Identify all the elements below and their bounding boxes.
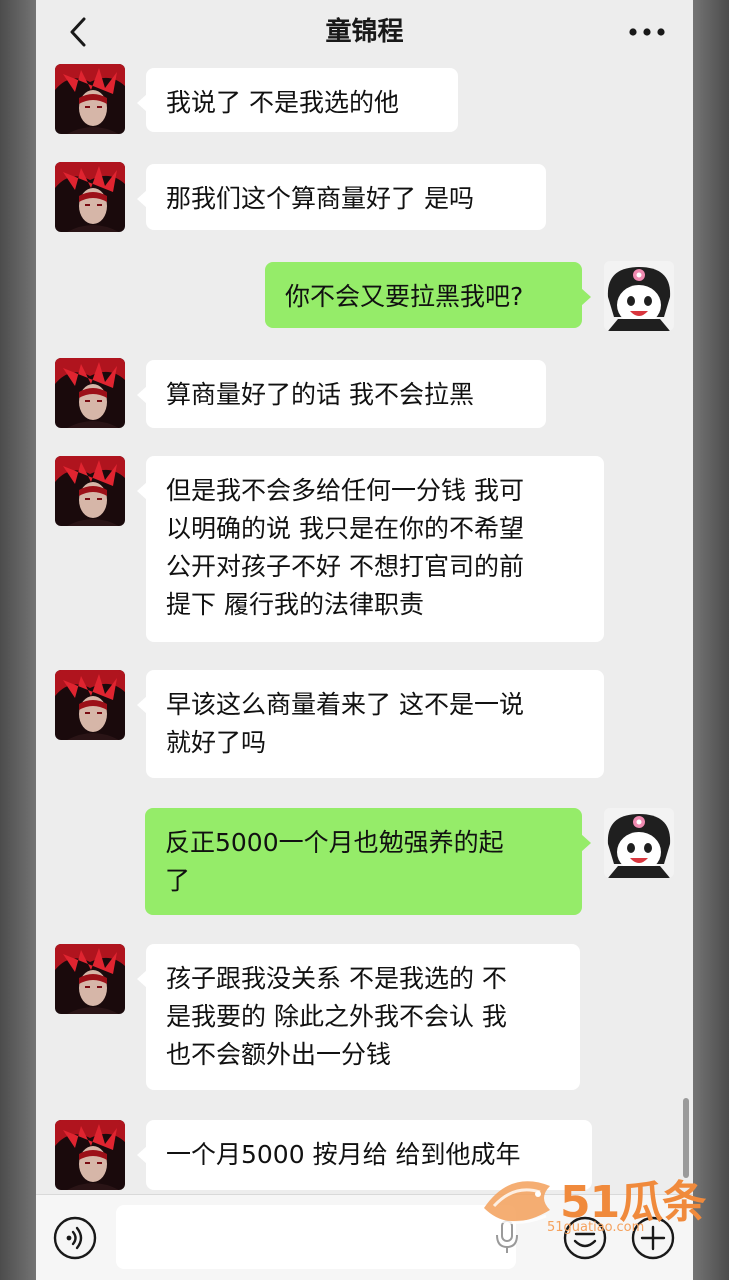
avatar-contact[interactable] bbox=[55, 162, 125, 232]
message-bubble[interactable]: 但是我不会多给任何一分钱 我可 以明确的说 我只是在你的不希望 公开对孩子不好 … bbox=[137, 456, 604, 642]
avatar-contact[interactable] bbox=[55, 358, 125, 428]
chat-screen: 童锦程 我说了 不是我选的他 那我们这个算商量好了 是吗 你不会又要拉黑我吧? … bbox=[36, 0, 693, 1280]
avatar-self[interactable] bbox=[604, 261, 674, 331]
chat-header: 童锦程 bbox=[36, 0, 693, 64]
more-dots-icon[interactable] bbox=[627, 26, 667, 38]
photo-border-right bbox=[693, 0, 729, 1280]
chat-title: 童锦程 bbox=[325, 17, 404, 47]
avatar-contact[interactable] bbox=[55, 670, 125, 740]
message-bubble[interactable]: 我说了 不是我选的他 bbox=[137, 68, 458, 132]
message-bubble[interactable]: 早该这么商量着来了 这不是一说 就好了吗 bbox=[137, 670, 604, 778]
voice-icon[interactable] bbox=[52, 1215, 98, 1261]
avatar-contact[interactable] bbox=[55, 1120, 125, 1190]
avatar-contact[interactable] bbox=[55, 64, 125, 134]
avatar-self[interactable] bbox=[604, 808, 674, 878]
message-input[interactable] bbox=[116, 1205, 516, 1269]
photo-border-left bbox=[0, 0, 36, 1280]
watermark-url: 51guatiao.com bbox=[547, 1220, 645, 1235]
message-bubble[interactable]: 反正5000一个月也勉强养的起 了 bbox=[145, 808, 591, 915]
message-bubble[interactable]: 那我们这个算商量好了 是吗 bbox=[137, 164, 546, 230]
message-bubble[interactable]: 算商量好了的话 我不会拉黑 bbox=[137, 360, 546, 428]
message-bubble[interactable]: 孩子跟我没关系 不是我选的 不 是我要的 除此之外我不会认 我 也不会额外出一分… bbox=[137, 944, 580, 1090]
message-bubble[interactable]: 你不会又要拉黑我吧? bbox=[265, 262, 591, 328]
avatar-contact[interactable] bbox=[55, 944, 125, 1014]
avatar-contact[interactable] bbox=[55, 456, 125, 526]
